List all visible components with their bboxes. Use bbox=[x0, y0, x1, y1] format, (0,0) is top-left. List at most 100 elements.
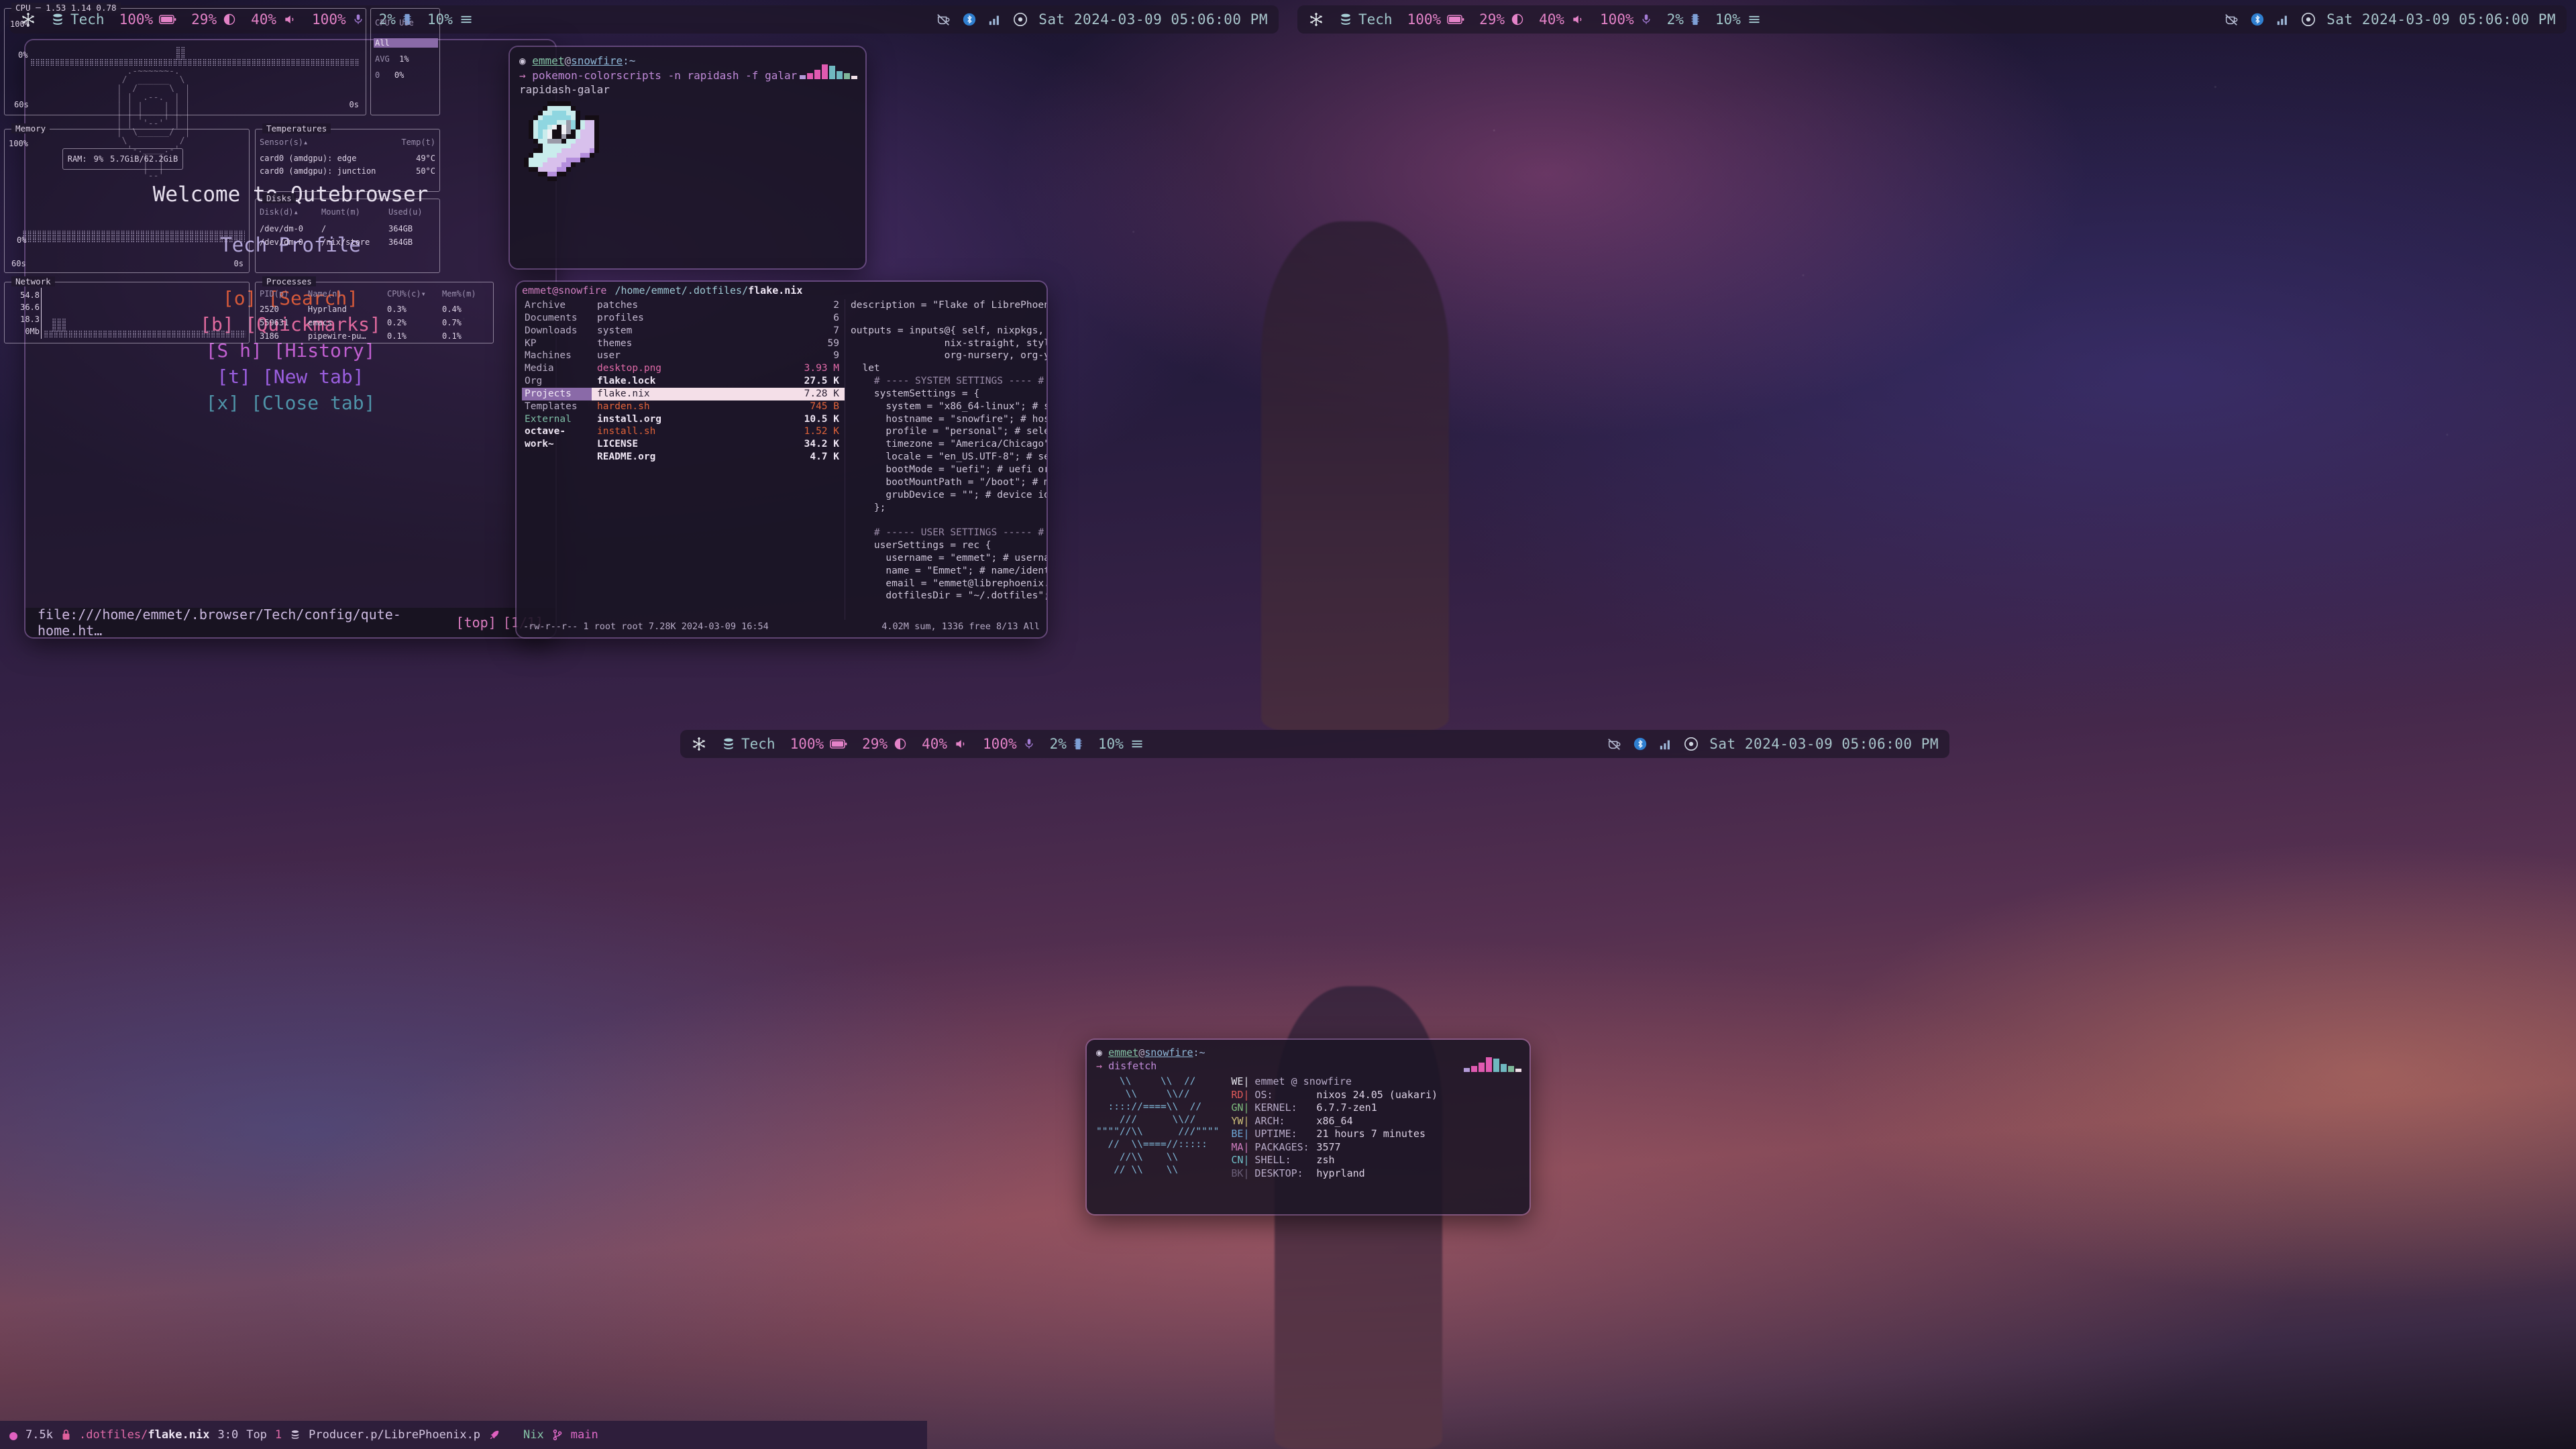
pixel-row bbox=[519, 110, 856, 115]
ranger-parent-item[interactable]: Machines bbox=[522, 350, 592, 362]
ranger-parent-item[interactable]: octave-work~ bbox=[522, 425, 592, 451]
process-row[interactable]: 2520 Hyprland 0.3% 0.4% bbox=[260, 303, 489, 316]
battery-status-3[interactable]: 100% bbox=[790, 736, 848, 752]
ranger-file-row[interactable]: system 7 bbox=[592, 325, 845, 337]
btop-ram-pct: 9% bbox=[93, 154, 104, 164]
ranger-parent-item[interactable]: Media bbox=[522, 362, 592, 375]
spectrum-bar bbox=[851, 76, 857, 79]
ranger-preview-line bbox=[851, 514, 1046, 527]
bluetooth-icon-2 bbox=[2251, 13, 2264, 26]
ranger-file-row[interactable]: user 9 bbox=[592, 350, 845, 362]
ranger-parent-item[interactable]: Templates bbox=[522, 400, 592, 413]
disfetch-terminal-window[interactable]: ◉ emmet@snowfire:~ → disfetch \\ \\ // \… bbox=[1087, 1040, 1529, 1214]
ranger-file-name: profiles bbox=[597, 312, 644, 323]
btop-cpu-xright: 0s bbox=[349, 100, 359, 109]
mic-status-2[interactable]: 100% bbox=[1600, 11, 1652, 28]
ranger-path: /home/emmet/.dotfiles/ bbox=[614, 284, 749, 297]
ranger-parent-item[interactable]: Org bbox=[522, 375, 592, 388]
disfetch-title-row: WE| emmet @ snowfire bbox=[1228, 1075, 1440, 1089]
ranger-file-name: install.sh bbox=[597, 426, 656, 437]
network-tick: 54.8 bbox=[20, 290, 40, 300]
microphone-icon-2 bbox=[1642, 14, 1650, 24]
btop-cpu-title: CPU ─ 1.53 1.14 0.78 bbox=[11, 3, 121, 13]
disfetch-ascii-art: \\ \\ // \\ \\// :::://====\\ // /// \\/… bbox=[1096, 1076, 1220, 1175]
ranger-window[interactable]: emmet@snowfire /home/emmet/.dotfiles/fla… bbox=[517, 282, 1046, 637]
qutebrowser-statusbar: file:///home/emmet/.browser/Tech/config/… bbox=[25, 606, 555, 637]
btop-temp-col-temp: Temp(t) bbox=[401, 138, 435, 147]
volume-status-2[interactable]: 40% bbox=[1539, 11, 1585, 28]
ranger-parent-item[interactable]: External bbox=[522, 413, 592, 426]
network-tick: 36.6 bbox=[20, 303, 40, 312]
ranger-preview-line: hostname = "snowfire"; # hostname bbox=[885, 413, 1046, 425]
modeline-scroll: Top bbox=[246, 1428, 267, 1442]
cpu-status-2[interactable]: 29% bbox=[1479, 11, 1524, 28]
gpu-status-3[interactable]: 2% bbox=[1050, 736, 1083, 752]
monitor-bottom: Tech 100% 29% 40% 100% 2% 10% Sat 2024-0… bbox=[671, 724, 1959, 1449]
pixel-row bbox=[519, 148, 856, 153]
btop-proc-col-pid: PID(p) bbox=[260, 289, 289, 299]
ranger-file-row[interactable]: flake.lock 27.5 K bbox=[592, 375, 845, 388]
ranger-preview-column: description = "Flake of LibrePhoenix"; o… bbox=[845, 299, 1046, 620]
cpu-status-3[interactable]: 29% bbox=[862, 736, 907, 752]
quicklink-3[interactable]: [t] [New tab] bbox=[217, 366, 364, 388]
nix-snowflake-icon-3[interactable] bbox=[691, 736, 707, 752]
gpu-status-2[interactable]: 2% bbox=[1667, 11, 1701, 28]
spectrum-bar bbox=[1471, 1066, 1477, 1072]
ranger-file-row[interactable]: LICENSE 34.2 K bbox=[592, 438, 845, 451]
spectrum-bar bbox=[1464, 1068, 1470, 1072]
ranger-file-row[interactable]: install.sh 1.52 K bbox=[592, 425, 845, 438]
battery-status-2[interactable]: 100% bbox=[1407, 11, 1465, 28]
ram-percent-2: 10% bbox=[1715, 11, 1741, 28]
ranger-file-row[interactable]: harden.sh 745 B bbox=[592, 400, 845, 413]
ranger-current-column[interactable]: patches 2 profiles 6 system 7 themes 59 user 9 des… bbox=[592, 299, 845, 620]
process-mem: 0.1% bbox=[442, 331, 462, 341]
ranger-file-row[interactable]: themes 59 bbox=[592, 337, 845, 350]
ranger-file-row[interactable]: profiles 6 bbox=[592, 312, 845, 325]
process-row[interactable]: 559631 emacs 0.2% 0.7% bbox=[260, 316, 489, 329]
ranger-file-row[interactable]: patches 2 bbox=[592, 299, 845, 312]
monitor-top-right: Tech 100% 29% 40% 100% 2% 10% Sat 2024-0… bbox=[1288, 0, 2576, 724]
ranger-file-row[interactable]: desktop.png 3.93 M bbox=[592, 362, 845, 375]
ranger-parent-item[interactable]: KP bbox=[522, 337, 592, 350]
ram-status-2[interactable]: 10% bbox=[1715, 11, 1762, 28]
mic-status-3[interactable]: 100% bbox=[983, 736, 1035, 752]
ram-status-3[interactable]: 10% bbox=[1098, 736, 1144, 752]
workspace-indicator-3[interactable]: Tech bbox=[722, 736, 775, 752]
nix-snowflake-icon-2[interactable] bbox=[1308, 11, 1324, 28]
pixel-row bbox=[519, 162, 856, 167]
memory-chip-icon-3 bbox=[1074, 738, 1082, 750]
ranger-parent-item[interactable]: Documents bbox=[522, 312, 592, 325]
ranger-parent-item[interactable]: Archive bbox=[522, 299, 592, 312]
disfetch-row: BK| DESKTOP: hyprland bbox=[1228, 1167, 1440, 1181]
modeline-dir: .dotfiles/ bbox=[79, 1428, 148, 1442]
btop-core0-label: 0 bbox=[375, 70, 380, 80]
pixel-row bbox=[519, 115, 856, 120]
ranger-file-row[interactable]: README.org 4.7 K bbox=[592, 451, 845, 464]
ranger-parent-item[interactable]: Downloads bbox=[522, 325, 592, 337]
pokemon-terminal-window[interactable]: ◉ emmet@snowfire:~ → pokemon-colorscript… bbox=[510, 47, 865, 268]
battery-icon-2 bbox=[1447, 15, 1464, 24]
temperature-sensor: card0 (amdgpu): junction bbox=[260, 166, 376, 176]
spectrum-glyph bbox=[800, 64, 857, 79]
ranger-parent-column[interactable]: Archive Documents Downloads KP Machines Media… bbox=[517, 299, 592, 620]
prompt-host: snowfire bbox=[571, 54, 623, 67]
volume-status-3[interactable]: 40% bbox=[922, 736, 968, 752]
process-name: Hyprland bbox=[308, 305, 347, 314]
quicklink-4[interactable]: [x] [Close tab] bbox=[206, 392, 376, 414]
desktop-root: Tech 100% 29% 40% 100% 2% 10% Sat 2024-0… bbox=[0, 0, 2576, 1449]
ranger-file-row[interactable]: flake.nix 7.28 K bbox=[592, 387, 845, 400]
pixel-row bbox=[519, 152, 856, 158]
btop-ram-amount: 5.7GiB/62.2GiB bbox=[110, 154, 178, 164]
ranger-file-row[interactable]: install.org 10.5 K bbox=[592, 413, 845, 426]
workspace-indicator-2[interactable]: Tech bbox=[1339, 11, 1393, 28]
ranger-parent-item[interactable]: Projects bbox=[522, 387, 592, 400]
disk-row: /dev/dm-0 / 364GB bbox=[260, 222, 435, 235]
disfetch-value: nixos 24.05 (uakari) bbox=[1316, 1088, 1438, 1101]
btop-temp-col-sensor: Sensor(s)▴ bbox=[260, 138, 309, 147]
prompt-user: emmet bbox=[532, 54, 565, 67]
btop-cpu-selected[interactable]: All bbox=[374, 38, 438, 48]
process-row[interactable]: 3186 pipewire-pu… 0.1% 0.1% bbox=[260, 329, 489, 343]
disfetch-command-line: → disfetch bbox=[1096, 1060, 1520, 1073]
disc-icon-2 bbox=[2302, 13, 2316, 26]
disfetch-row: RD| OS: nixos 24.05 (uakari) bbox=[1228, 1089, 1440, 1102]
